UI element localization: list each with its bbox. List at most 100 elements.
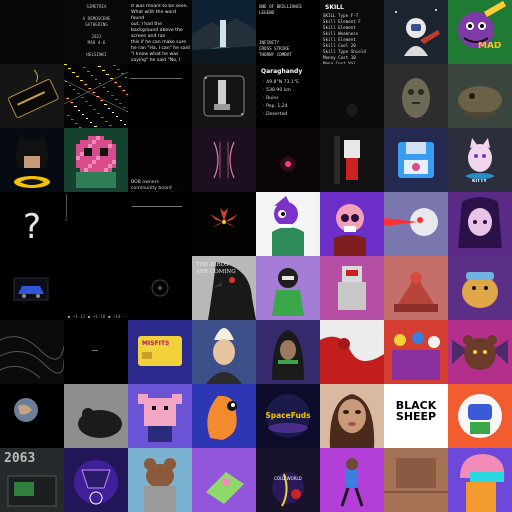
thumbnail-tile-24[interactable]: KITTY xyxy=(448,128,512,192)
thumbnail-tile-11[interactable] xyxy=(128,64,192,128)
thumbnail-tile-8[interactable]: MAD xyxy=(448,0,512,64)
thumbnail-tile-7[interactable] xyxy=(384,0,448,64)
thumbnail-tile-22[interactable] xyxy=(320,128,384,192)
thumbnail-tile-41[interactable] xyxy=(0,320,64,384)
thumbnail-tile-50[interactable] xyxy=(64,384,128,448)
thumbnail-art xyxy=(0,64,64,128)
location-detail-value: 49.8°N 73.1°E xyxy=(266,80,300,85)
thumbnail-tile-3[interactable]: It was meant to be seen. What with the w… xyxy=(128,0,192,64)
thumbnail-tile-53[interactable]: SpaceFuds xyxy=(256,384,320,448)
thumbnail-tile-47[interactable] xyxy=(384,320,448,384)
thumbnail-tile-5[interactable]: ONE OF BRILLIANCE LEGEND INFINITY CROSS … xyxy=(256,0,320,64)
thumbnail-tile-40[interactable] xyxy=(448,256,512,320)
thumbnail-art xyxy=(448,192,512,256)
thumbnail-tile-56[interactable] xyxy=(448,384,512,448)
nft-thumbnail-grid: SIMETRIA A DEMOSCENE GATHERING 2022 MAR … xyxy=(0,0,512,512)
thumbnail-text: COLD WORLD xyxy=(274,476,302,481)
thumbnail-tile-52[interactable] xyxy=(192,384,256,448)
thumbnail-tile-32[interactable] xyxy=(448,192,512,256)
thumbnail-art xyxy=(64,448,128,512)
thumbnail-tile-49[interactable] xyxy=(0,384,64,448)
thumbnail-tile-17[interactable] xyxy=(0,128,64,192)
thumbnail-tile-9[interactable] xyxy=(0,64,64,128)
thumbnail-art xyxy=(0,384,64,448)
skill-title: SKILL xyxy=(325,4,344,11)
thumbnail-tile-16[interactable] xyxy=(448,64,512,128)
thumbnail-art xyxy=(192,320,256,384)
thumbnail-tile-61[interactable]: COLD WORLD xyxy=(256,448,320,512)
thumbnail-art xyxy=(448,320,512,384)
thumbnail-tile-30[interactable] xyxy=(320,192,384,256)
thumbnail-tile-37[interactable] xyxy=(256,256,320,320)
thumbnail-tile-35[interactable] xyxy=(128,256,192,320)
thumbnail-tile-26[interactable] xyxy=(64,192,128,256)
thumbnail-tile-51[interactable] xyxy=(128,384,192,448)
thumbnail-tile-60[interactable] xyxy=(192,448,256,512)
thumbnail-tile-34[interactable]: ◼ ~1-11 ◼ ~1-18 ◼ ~14-- xyxy=(64,256,128,320)
thumbnail-tile-39[interactable] xyxy=(384,256,448,320)
thumbnail-art xyxy=(128,256,192,320)
thumbnail-tile-44[interactable] xyxy=(192,320,256,384)
thumbnail-tile-25[interactable]: ? xyxy=(0,192,64,256)
thumbnail-tile-38[interactable] xyxy=(320,256,384,320)
thumbnail-tile-63[interactable] xyxy=(384,448,448,512)
thumbnail-art xyxy=(64,64,128,128)
thumbnail-art xyxy=(320,128,384,192)
thumbnail-tile-33[interactable] xyxy=(0,256,64,320)
thumbnail-tile-4[interactable] xyxy=(192,0,256,64)
thumbnail-tile-14[interactable] xyxy=(320,64,384,128)
thumbnail-art xyxy=(64,192,128,256)
thumbnail-art xyxy=(384,192,448,256)
thumbnail-art xyxy=(320,320,384,384)
thumbnail-art xyxy=(192,128,256,192)
location-detail-row: ◦ Pop. 1,24 xyxy=(262,103,318,111)
thumbnail-text: BLACK SHEEP xyxy=(395,400,437,422)
thumbnail-art xyxy=(256,256,320,320)
thumbnail-tile-28[interactable] xyxy=(192,192,256,256)
thumbnail-tile-21[interactable] xyxy=(256,128,320,192)
thumbnail-tile-29[interactable] xyxy=(256,192,320,256)
thumbnail-art xyxy=(128,448,192,512)
thumbnail-tile-45[interactable] xyxy=(256,320,320,384)
thumbnail-tile-19[interactable]: BOB owners community board Your Light Ne… xyxy=(128,128,192,192)
location-title: Qaraghandy xyxy=(261,68,303,75)
thumbnail-tile-55[interactable]: BLACK SHEEP xyxy=(384,384,448,448)
thumbnail-art xyxy=(64,320,128,384)
thumbnail-tile-62[interactable] xyxy=(320,448,384,512)
thumbnail-tile-64[interactable] xyxy=(448,448,512,512)
location-detail-value: Ruins xyxy=(266,96,279,101)
thumbnail-tile-2[interactable]: SIMETRIA A DEMOSCENE GATHERING 2022 MAR … xyxy=(64,0,128,64)
thumbnail-tile-13[interactable]: Qaraghandy ◦ 49.8°N 73.1°E ◦ 538.90 km ◦ Ru… xyxy=(256,64,320,128)
thumbnail-tile-57[interactable]: 2063 xyxy=(0,448,64,512)
thumbnail-tile-54[interactable] xyxy=(320,384,384,448)
thumbnail-art xyxy=(128,384,192,448)
thumbnail-text: It was meant to be seen. What with the w… xyxy=(131,4,190,63)
thumbnail-tile-58[interactable] xyxy=(64,448,128,512)
thumbnail-art xyxy=(192,64,256,128)
thumbnail-art xyxy=(64,128,128,192)
thumbnail-text: SpaceFuds xyxy=(265,411,311,420)
thumbnail-tile-10[interactable] xyxy=(64,64,128,128)
thumbnail-tile-1[interactable] xyxy=(0,0,64,64)
thumbnail-tile-36[interactable]: THE BIRDS ARE COMING xyxy=(192,256,256,320)
thumbnail-tile-42[interactable] xyxy=(64,320,128,384)
thumbnail-tile-59[interactable] xyxy=(128,448,192,512)
thumbnail-art xyxy=(448,64,512,128)
thumbnail-art xyxy=(448,448,512,512)
thumbnail-tile-46[interactable] xyxy=(320,320,384,384)
thumbnail-tile-6[interactable]: SKILL SKILL Type F-T Skill Element F Skil… xyxy=(320,0,384,64)
thumbnail-tile-23[interactable] xyxy=(384,128,448,192)
thumbnail-art xyxy=(448,0,512,64)
thumbnail-tile-31[interactable] xyxy=(384,192,448,256)
thumbnail-tile-12[interactable] xyxy=(192,64,256,128)
thumbnail-art xyxy=(384,448,448,512)
thumbnail-tile-48[interactable] xyxy=(448,320,512,384)
thumbnail-tile-18[interactable] xyxy=(64,128,128,192)
thumbnail-tile-15[interactable] xyxy=(384,64,448,128)
thumbnail-tile-27[interactable] xyxy=(128,192,192,256)
thumbnail-art xyxy=(320,256,384,320)
thumbnail-tile-20[interactable] xyxy=(192,128,256,192)
thumbnail-art xyxy=(192,0,256,64)
thumbnail-art xyxy=(256,128,320,192)
thumbnail-tile-43[interactable]: MISFITS xyxy=(128,320,192,384)
